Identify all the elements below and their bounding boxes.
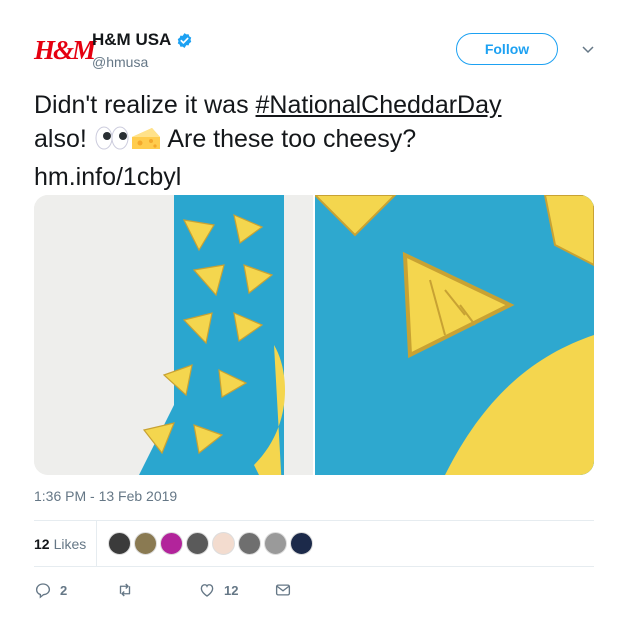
follow-button[interactable]: Follow: [456, 33, 558, 65]
avatar[interactable]: [186, 532, 209, 555]
likes-label: Likes: [53, 535, 87, 552]
mail-icon: [275, 584, 291, 596]
display-name[interactable]: H&M USA: [92, 30, 171, 50]
reply-count: 2: [60, 582, 68, 598]
avatar[interactable]: [264, 532, 287, 555]
tweet-question: Are these too cheesy?: [161, 125, 417, 153]
likes-summary[interactable]: 12 Likes: [34, 521, 86, 566]
media-gallery[interactable]: [34, 195, 594, 475]
hashtag-link[interactable]: #NationalCheddarDay: [256, 91, 502, 119]
divider-top: [34, 520, 594, 521]
tweet-text-start: Didn't realize it was: [34, 91, 256, 119]
tweet-link[interactable]: hm.info/1cbyl: [34, 163, 181, 191]
tweet-text-mid: also!: [34, 125, 94, 153]
avatar[interactable]: [212, 532, 235, 555]
eyes-emoji-icon: [94, 125, 130, 160]
like-count: 12: [224, 582, 239, 598]
tweet-text: Didn't realize it was #NationalCheddarDa…: [34, 88, 594, 194]
like-action[interactable]: 12: [198, 581, 238, 599]
verified-badge-icon: [178, 32, 192, 48]
tweet-card: H&M H&M USA @hmusa Follow Didn't realize…: [0, 0, 631, 624]
tweet-timestamp[interactable]: 1:36 PM - 13 Feb 2019: [34, 488, 177, 504]
sock-closeup-photo[interactable]: [313, 195, 594, 475]
sock-photo[interactable]: [34, 195, 313, 475]
avatar[interactable]: [238, 532, 261, 555]
avatar[interactable]: [108, 532, 131, 555]
cheese-emoji-icon: [130, 125, 162, 160]
stats-separator: [96, 521, 97, 566]
retweet-icon: [119, 583, 131, 597]
avatar[interactable]: [160, 532, 183, 555]
hm-logo[interactable]: H&M: [34, 36, 96, 64]
account-handle[interactable]: @hmusa: [92, 54, 148, 70]
reply-icon: [35, 583, 51, 599]
liker-avatars: [108, 532, 316, 555]
chevron-down-icon[interactable]: [581, 42, 595, 56]
avatar[interactable]: [134, 532, 157, 555]
reply-action[interactable]: 2: [34, 581, 67, 599]
account-name-row: H&M USA: [92, 30, 193, 50]
avatar[interactable]: [290, 532, 313, 555]
likes-count: 12: [34, 535, 50, 552]
direct-message-action[interactable]: [274, 581, 292, 599]
divider-bottom: [34, 566, 594, 567]
retweet-action[interactable]: [116, 581, 134, 599]
heart-icon: [200, 584, 214, 597]
